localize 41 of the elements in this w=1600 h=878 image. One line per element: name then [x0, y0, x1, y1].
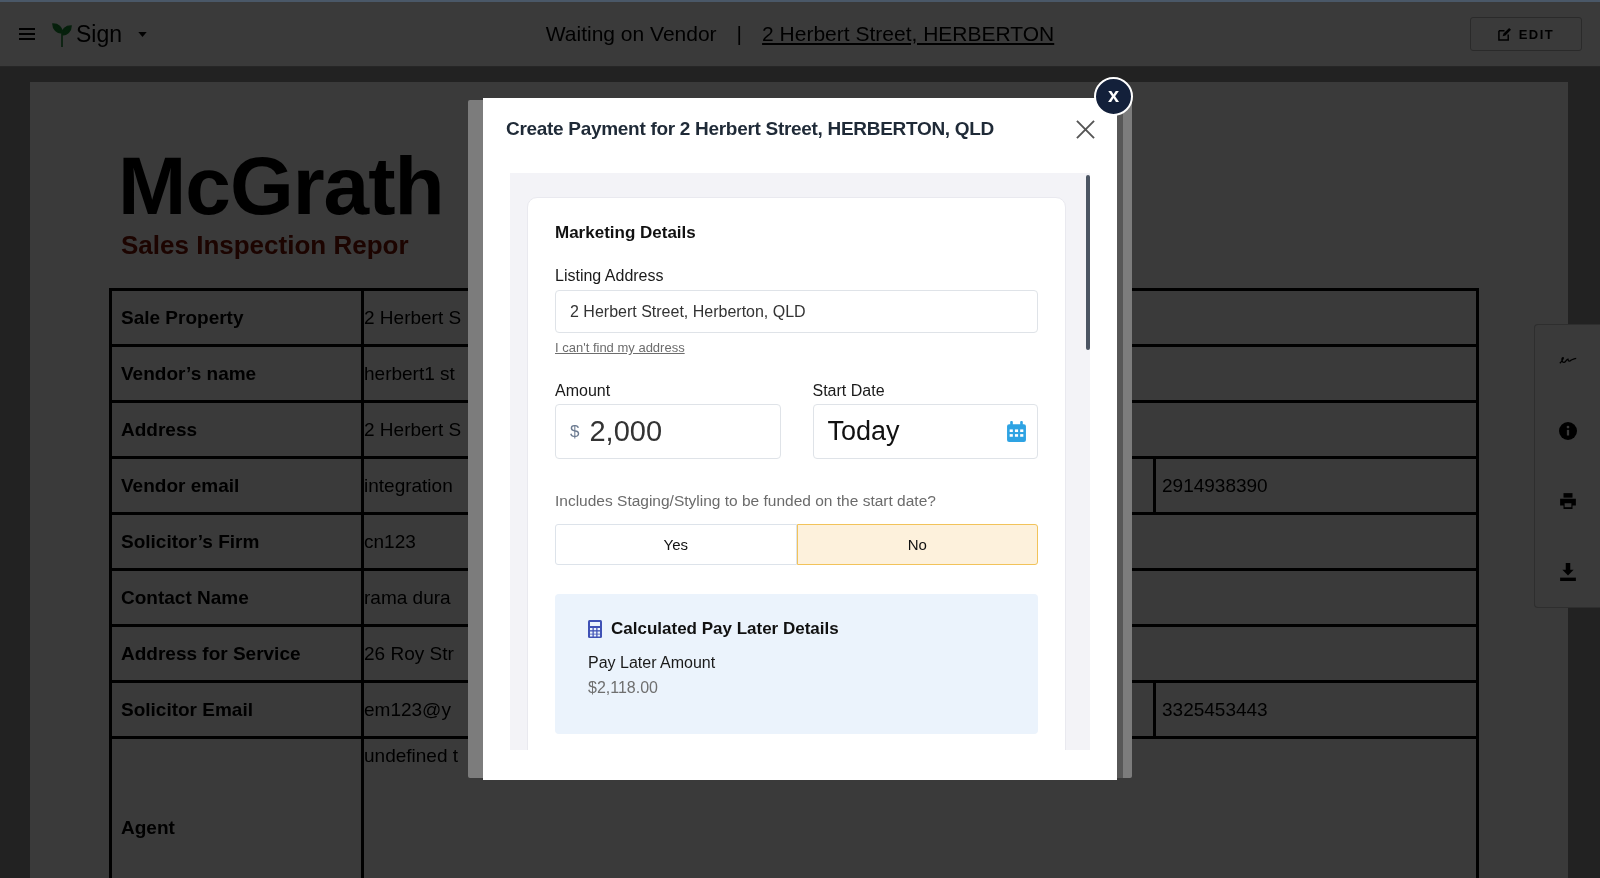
table-cell: 2914938390 — [1156, 459, 1479, 515]
amount-field[interactable]: $ 2,000 — [555, 404, 781, 459]
report-subtitle: Sales Inspection Repor — [121, 230, 409, 260]
option-button[interactable]: Yes — [555, 524, 797, 565]
row-header: Sale Property — [112, 291, 364, 347]
row-header: Vendor’s name — [112, 347, 364, 403]
staging-question: Includes Staging/Styling to be funded on the start date? — [555, 491, 937, 511]
row-header: Address — [112, 403, 364, 459]
edit-icon — [1497, 27, 1511, 41]
printer-icon[interactable] — [1558, 492, 1577, 511]
date-field[interactable]: Today — [812, 404, 1038, 459]
calculator-icon — [588, 620, 602, 638]
pay-later-label: Pay Later Amount — [588, 653, 717, 673]
menu-icon[interactable] — [19, 28, 35, 40]
row-header: Solicitor Email — [112, 683, 364, 739]
download-icon[interactable] — [1558, 562, 1577, 581]
dialog-title: Create Payment for 2 Herbert Street, HERBERTON, QLD — [506, 118, 994, 140]
option-button[interactable]: No — [796, 524, 1038, 565]
info-icon[interactable] — [1558, 421, 1577, 440]
row-header: Agent — [112, 739, 364, 878]
currency-symbol: $ — [570, 421, 580, 442]
table-cell: 3325453443 — [1156, 683, 1479, 739]
row-header: Contact Name — [112, 571, 364, 627]
row-header: Address for Service — [112, 627, 364, 683]
sprout-icon — [52, 21, 72, 47]
calendar-icon[interactable] — [1007, 421, 1026, 442]
row-header: Solicitor’s Firm — [112, 515, 364, 571]
close-icon[interactable] — [1076, 119, 1095, 139]
address-field[interactable]: 2 Herbert Street, Herberton, QLD — [555, 290, 1038, 333]
status-text: Waiting on Vendor — [545, 22, 717, 46]
field-label: Listing Address — [555, 266, 665, 286]
row-header: Vendor email — [112, 459, 364, 515]
amount-value: 2,000 — [589, 415, 663, 448]
logo-text: McGrath — [118, 146, 444, 226]
scrollbar[interactable] — [1086, 175, 1090, 350]
caret-icon[interactable] — [138, 31, 148, 37]
field-label: Start Date — [812, 381, 886, 401]
separator-text: | — [736, 22, 743, 46]
field-label: Amount — [555, 381, 612, 401]
section-title: Marketing Details — [555, 222, 697, 244]
date-value: Today — [827, 416, 900, 447]
